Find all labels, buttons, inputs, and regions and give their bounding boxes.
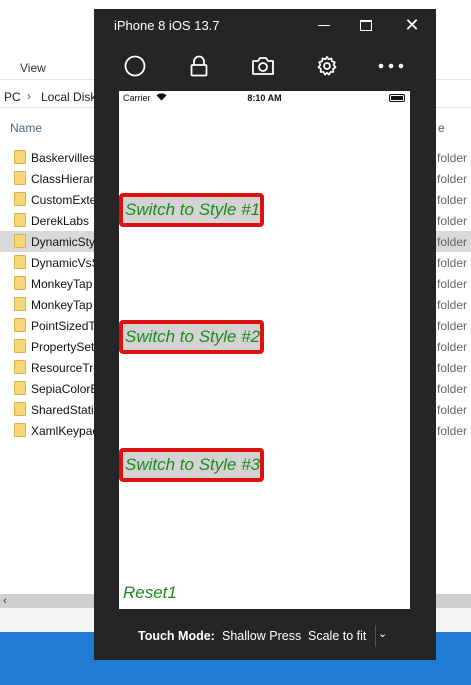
maximize-icon (360, 19, 372, 31)
switch-style-2-button[interactable]: Switch to Style #2 (119, 320, 264, 354)
folder-icon (14, 339, 26, 353)
maximize-button[interactable] (346, 11, 386, 39)
folder-icon (14, 423, 26, 437)
simulator-bottom-bar: Touch Mode: Shallow Press Scale to fit ⌄ (94, 625, 436, 647)
folder-icon (14, 297, 26, 311)
more-dots-icon[interactable] (378, 53, 404, 79)
column-header-name[interactable]: Name (10, 121, 42, 135)
home-circle-icon[interactable] (122, 53, 148, 79)
phone-screen[interactable]: Carrier 8:10 AM Switch to Style #1 Switc… (119, 91, 410, 609)
ios-status-bar: Carrier 8:10 AM (119, 91, 410, 107)
folder-icon (14, 171, 26, 185)
minimize-icon (318, 24, 330, 26)
switch-style-1-button[interactable]: Switch to Style #1 (119, 193, 264, 227)
folder-icon (14, 318, 26, 332)
minimize-button[interactable] (304, 11, 344, 39)
scroll-left-icon[interactable]: ‹ (0, 594, 10, 608)
folder-icon (14, 192, 26, 206)
window-title: iPhone 8 iOS 13.7 (114, 18, 220, 33)
reset-button[interactable]: Reset1 (123, 583, 177, 603)
column-header-type[interactable]: e (438, 121, 445, 135)
close-button[interactable]: ✕ (392, 11, 432, 39)
folder-icon (14, 402, 26, 416)
folder-icon (14, 150, 26, 164)
ribbon-tab-view[interactable]: View (20, 61, 46, 75)
breadcrumb-separator: › (27, 89, 31, 103)
touch-mode-label: Touch Mode: (138, 629, 215, 643)
simulator-window: iPhone 8 iOS 13.7 ✕ Carrier 8:10 AM Swit… (94, 9, 436, 660)
gear-icon[interactable] (314, 53, 340, 79)
dropdown-divider (375, 625, 376, 647)
battery-icon (389, 94, 405, 102)
folder-icon (14, 360, 26, 374)
switch-style-3-button[interactable]: Switch to Style #3 (119, 448, 264, 482)
folder-icon (14, 255, 26, 269)
touch-mode-value[interactable]: Shallow Press (222, 629, 301, 643)
chevron-down-icon[interactable]: ⌄ (378, 627, 387, 640)
close-icon: ✕ (404, 15, 420, 35)
breadcrumb-pc[interactable]: PC (4, 90, 21, 104)
status-time: 8:10 AM (247, 93, 282, 103)
breadcrumb-local-disk[interactable]: Local Disk (41, 90, 96, 104)
camera-icon[interactable] (250, 53, 276, 79)
folder-icon (14, 381, 26, 395)
lock-icon[interactable] (186, 53, 212, 79)
folder-icon (14, 213, 26, 227)
scale-to-fit-dropdown[interactable]: Scale to fit (308, 629, 366, 643)
folder-icon (14, 276, 26, 290)
folder-icon (14, 234, 26, 248)
